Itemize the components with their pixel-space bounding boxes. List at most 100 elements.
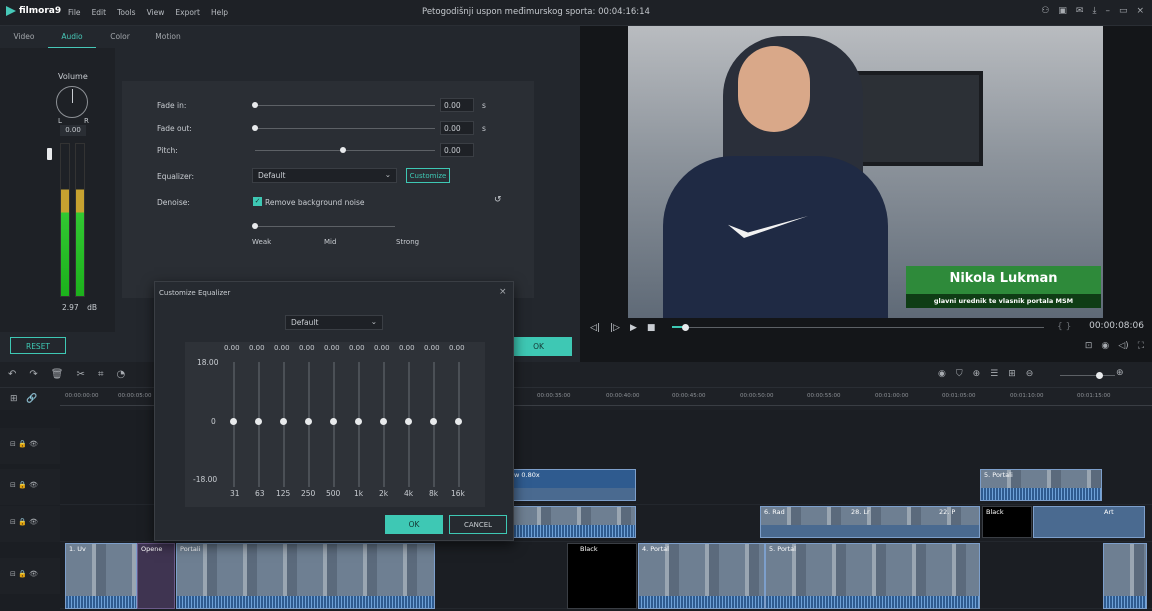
timeline-clip[interactable]: Portali <box>176 543 435 609</box>
eye-icon[interactable]: 👁 <box>29 570 38 578</box>
timeline-clip[interactable]: 6. Rad 28. Lr 22. P <box>760 506 980 538</box>
menu-view[interactable]: View <box>147 8 165 17</box>
tab-color[interactable]: Color <box>96 26 144 48</box>
equalizer-select[interactable]: Default ⌄ <box>252 168 397 183</box>
fade-out-value[interactable]: 0.00 <box>440 121 474 135</box>
add-track-icon[interactable]: ⊞ <box>10 394 18 404</box>
eq-knob-250[interactable] <box>305 418 312 425</box>
voiceover-icon[interactable]: ⊕ <box>973 369 981 379</box>
black-clip[interactable]: Black <box>567 543 637 609</box>
close-icon[interactable]: × <box>1136 6 1144 16</box>
zoom-knob[interactable] <box>1096 372 1103 379</box>
account-icon[interactable]: ⚇ <box>1041 6 1049 16</box>
tab-motion[interactable]: Motion <box>144 26 192 48</box>
snap-icon[interactable]: ⊞ <box>1008 369 1016 379</box>
pitch-value[interactable]: 0.00 <box>440 143 474 157</box>
ok-button[interactable]: OK <box>505 337 572 356</box>
fade-in-value[interactable]: 0.00 <box>440 98 474 112</box>
step-icon[interactable]: |▷ <box>610 323 620 333</box>
eq-knob-4k[interactable] <box>405 418 412 425</box>
black-clip[interactable]: Black <box>982 506 1032 538</box>
menu-file[interactable]: File <box>68 8 81 17</box>
eye-icon[interactable]: 👁 <box>29 481 38 489</box>
title-clip[interactable]: Opene <box>137 543 175 609</box>
menu-tools[interactable]: Tools <box>117 8 135 17</box>
timeline-clip[interactable]: 1. Uv <box>65 543 137 609</box>
redo-icon[interactable]: ↷ <box>29 369 37 380</box>
render-preview-icon[interactable]: ◉ <box>938 369 946 379</box>
playback-progress[interactable] <box>672 327 1044 328</box>
eye-icon[interactable]: 👁 <box>29 440 38 448</box>
zoom-in-icon[interactable]: ⊕ <box>1116 368 1124 378</box>
link-icon[interactable]: 🔗 <box>26 394 37 404</box>
reset-button[interactable]: RESET <box>10 337 66 354</box>
mixer-icon[interactable]: ☰ <box>990 369 998 379</box>
tab-video[interactable]: Video <box>0 26 48 48</box>
play-icon[interactable]: ▶ <box>630 323 637 333</box>
speed-icon[interactable]: ◔ <box>117 369 126 380</box>
brackets-icon[interactable]: { } <box>1057 322 1071 332</box>
volume-dial[interactable] <box>56 86 88 118</box>
eq-ok-button[interactable]: OK <box>385 515 443 534</box>
denoise-checkbox[interactable]: ✓ <box>253 197 262 206</box>
lock-icon[interactable]: 🔒 <box>18 440 27 448</box>
eq-knob-8k[interactable] <box>430 418 437 425</box>
tab-audio[interactable]: Audio <box>48 26 96 48</box>
playhead-knob[interactable] <box>682 324 689 331</box>
denoise-track[interactable] <box>255 226 395 227</box>
undo-icon[interactable]: ↶ <box>8 369 16 380</box>
timeline-clip[interactable] <box>510 506 636 538</box>
zoom-out-icon[interactable]: ⊖ <box>1026 369 1034 379</box>
eq-preset-select[interactable]: Default ⌄ <box>285 315 383 330</box>
volume-fader-handle[interactable] <box>47 148 52 160</box>
timeline-clip[interactable] <box>1103 543 1147 609</box>
cut-icon[interactable]: ✂ <box>76 369 84 380</box>
fullscreen-icon[interactable]: ⛶ <box>1138 341 1144 351</box>
maximize-icon[interactable]: ▭ <box>1119 6 1128 16</box>
prev-frame-icon[interactable]: ◁| <box>590 323 600 333</box>
stop-icon[interactable]: ■ <box>647 323 656 333</box>
eye-icon[interactable]: 👁 <box>29 518 38 526</box>
denoise-slider[interactable] <box>252 223 258 229</box>
menu-edit[interactable]: Edit <box>92 8 107 17</box>
menu-export[interactable]: Export <box>175 8 200 17</box>
pitch-slider[interactable] <box>340 147 346 153</box>
fade-out-slider[interactable] <box>252 125 258 131</box>
volume-icon[interactable]: ◁) <box>1118 341 1128 351</box>
eq-knob-63[interactable] <box>255 418 262 425</box>
reset-denoise-icon[interactable]: ↺ <box>494 195 502 205</box>
eq-knob-2k[interactable] <box>380 418 387 425</box>
timeline-clip[interactable]: Art <box>1033 506 1145 538</box>
eq-knob-500[interactable] <box>330 418 337 425</box>
lock-icon[interactable]: 🔒 <box>18 518 27 526</box>
delete-icon[interactable]: 🗑 <box>51 369 64 380</box>
timeline-clip[interactable]: w 0.80x <box>510 469 636 501</box>
lock-icon[interactable]: 🔒 <box>18 570 27 578</box>
render-icon[interactable]: ⊡ <box>1085 341 1093 351</box>
timeline-clip[interactable]: 4. Portal <box>638 543 765 609</box>
save-icon[interactable]: ▣ <box>1058 6 1067 16</box>
eq-knob-16k[interactable] <box>455 418 462 425</box>
timeline-clip[interactable]: 5. Portal <box>765 543 980 609</box>
eq-knob-31[interactable] <box>230 418 237 425</box>
customize-button[interactable]: Customize <box>406 168 450 183</box>
mail-icon[interactable]: ✉ <box>1076 6 1084 16</box>
eq-knob-125[interactable] <box>280 418 287 425</box>
close-icon[interactable]: × <box>499 287 507 297</box>
menu-help[interactable]: Help <box>211 8 228 17</box>
marker-icon[interactable]: ⛉ <box>956 369 963 379</box>
download-icon[interactable]: ⤓ <box>1092 6 1096 16</box>
fade-in-slider[interactable] <box>252 102 258 108</box>
snapshot-icon[interactable]: ◉ <box>1101 341 1109 351</box>
fade-in-track[interactable] <box>255 105 435 106</box>
volume-value[interactable]: 0.00 <box>60 125 86 136</box>
zoom-slider[interactable] <box>1060 375 1115 376</box>
minimize-icon[interactable]: – <box>1105 6 1110 16</box>
crop-icon[interactable]: ⌗ <box>98 369 104 380</box>
fade-out-track[interactable] <box>255 128 435 129</box>
video-frame[interactable]: Nikola Lukman glavni urednik te vlasnik … <box>628 26 1103 318</box>
timeline-clip[interactable]: 5. Portali <box>980 469 1102 501</box>
eq-cancel-button[interactable]: CANCEL <box>449 515 507 534</box>
eq-knob-1k[interactable] <box>355 418 362 425</box>
lock-icon[interactable]: 🔒 <box>18 481 27 489</box>
